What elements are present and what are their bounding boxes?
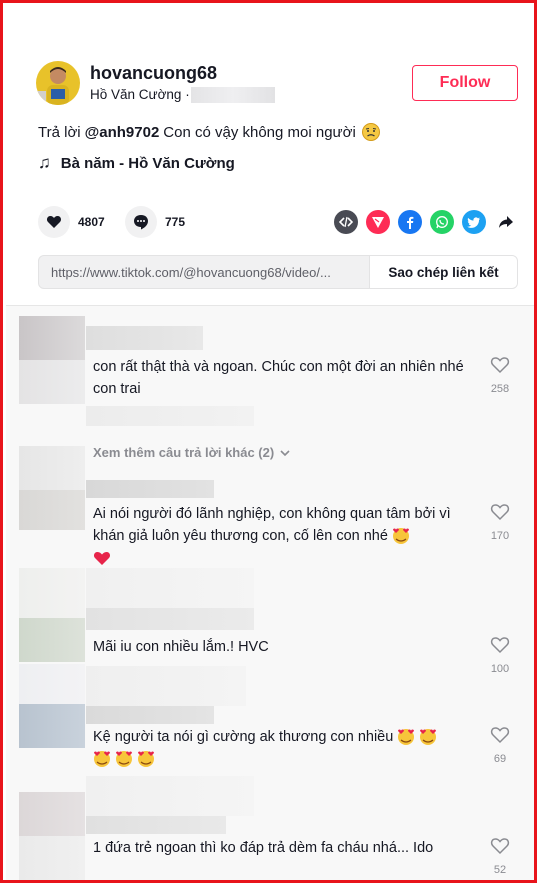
- blurred-area: [86, 666, 246, 706]
- comment-text: Mãi iu con nhiều lắm.! HVC: [93, 639, 269, 655]
- comment-like-count: 69: [493, 753, 507, 765]
- comment-like[interactable]: 170: [488, 503, 512, 542]
- like-action[interactable]: 4807: [38, 206, 105, 238]
- comment-like-count: 100: [490, 663, 510, 675]
- blurred-username: [86, 816, 226, 834]
- heart-outline-icon[interactable]: [490, 726, 510, 744]
- blurred-area: [19, 360, 85, 404]
- twitter-icon[interactable]: [462, 210, 486, 234]
- smiling-hearts-emoji-icon: [93, 750, 111, 768]
- follow-button[interactable]: Follow: [412, 65, 518, 101]
- link-box: https://www.tiktok.com/@hovancuong68/vid…: [38, 255, 518, 289]
- avatar[interactable]: [19, 490, 85, 530]
- caption-prefix: Trả lời: [38, 123, 81, 141]
- like-count: 4807: [78, 215, 105, 229]
- music-note-icon: ♫: [38, 153, 51, 172]
- smiling-hearts-emoji-icon: [397, 728, 415, 746]
- blurred-area: [19, 836, 85, 880]
- blurred-area: [19, 568, 85, 618]
- screenshot-frame: hovancuong68 Hồ Văn Cường · Follow Trả l…: [0, 0, 537, 883]
- avatar[interactable]: [36, 61, 80, 105]
- comment-text: Ai nói người đó lãnh nghiệp, con không q…: [93, 503, 471, 569]
- smiling-hearts-emoji-icon: [392, 527, 410, 545]
- comment-text: 1 đứa trẻ ngoan thì ko đáp trả dèm fa ch…: [93, 840, 434, 856]
- comment-like[interactable]: 258: [488, 356, 512, 395]
- video-caption: Trả lời @anh9702 Con có vậy không moi ng…: [38, 123, 380, 141]
- blurred-date: [191, 87, 275, 103]
- avatar[interactable]: [19, 792, 85, 836]
- comment-like[interactable]: 52: [488, 837, 512, 876]
- send-icon[interactable]: [366, 210, 390, 234]
- music-title[interactable]: Bà năm - Hồ Văn Cường: [61, 155, 235, 172]
- comments-section: con rất thật thà và ngoan. Chúc con một …: [6, 305, 534, 880]
- music-info[interactable]: ♫ Bà năm - Hồ Văn Cường: [38, 153, 235, 173]
- comment-like-count: 258: [490, 383, 510, 395]
- comment-count: 775: [165, 215, 186, 229]
- blurred-meta: [86, 406, 254, 426]
- comment-like[interactable]: 69: [488, 726, 512, 765]
- caption-text: Con có vậy không moi người: [163, 123, 356, 141]
- smiling-hearts-emoji-icon: [419, 728, 437, 746]
- video-url[interactable]: https://www.tiktok.com/@hovancuong68/vid…: [39, 265, 369, 280]
- blurred-username: [86, 480, 214, 498]
- comment-text: con rất thật thà và ngoan. Chúc con một …: [93, 359, 464, 397]
- heart-outline-icon[interactable]: [490, 837, 510, 855]
- heart-icon[interactable]: [38, 206, 70, 238]
- caption-mention[interactable]: @anh9702: [85, 124, 160, 141]
- embed-icon[interactable]: [334, 210, 358, 234]
- smiling-hearts-emoji-icon: [137, 750, 155, 768]
- avatar[interactable]: [19, 618, 85, 662]
- share-bar: [334, 210, 526, 234]
- smiling-hearts-emoji-icon: [115, 750, 133, 768]
- comment-like-count: 52: [493, 864, 507, 876]
- red-heart-icon: [93, 549, 111, 567]
- username[interactable]: hovancuong68: [90, 63, 217, 84]
- heart-outline-icon[interactable]: [490, 503, 510, 521]
- more-replies-label[interactable]: Xem thêm câu trả lời khác (2): [93, 445, 274, 460]
- chevron-down-icon: [280, 445, 290, 460]
- facebook-icon[interactable]: [398, 210, 422, 234]
- sad-face-icon: [361, 123, 380, 141]
- nickname-text: Hồ Văn Cường: [90, 87, 182, 102]
- blurred-area: [19, 446, 85, 490]
- comment-text-body: Kệ người ta nói gì cường ak thương con n…: [93, 729, 394, 745]
- comment-icon[interactable]: [125, 206, 157, 238]
- comment-like-count: 170: [490, 530, 510, 542]
- nickname: Hồ Văn Cường ·: [90, 87, 190, 102]
- heart-outline-icon[interactable]: [490, 636, 510, 654]
- comment-text: Kệ người ta nói gì cường ak thương con n…: [93, 726, 471, 770]
- separator: ·: [185, 87, 190, 102]
- heart-outline-icon[interactable]: [490, 356, 510, 374]
- whatsapp-icon[interactable]: [430, 210, 454, 234]
- avatar[interactable]: [19, 316, 85, 360]
- share-arrow-icon[interactable]: [494, 210, 518, 234]
- blurred-username: [86, 608, 254, 630]
- comment-action[interactable]: 775: [125, 206, 185, 238]
- blurred-area: [19, 664, 85, 704]
- blurred-area: [86, 568, 254, 608]
- avatar[interactable]: [19, 704, 85, 748]
- more-replies-link[interactable]: Xem thêm câu trả lời khác (2): [93, 445, 290, 460]
- blurred-username: [86, 326, 203, 350]
- copy-link-button[interactable]: Sao chép liên kết: [369, 256, 517, 288]
- blurred-username: [86, 706, 214, 724]
- comment-like[interactable]: 100: [488, 636, 512, 675]
- blurred-area: [86, 776, 254, 816]
